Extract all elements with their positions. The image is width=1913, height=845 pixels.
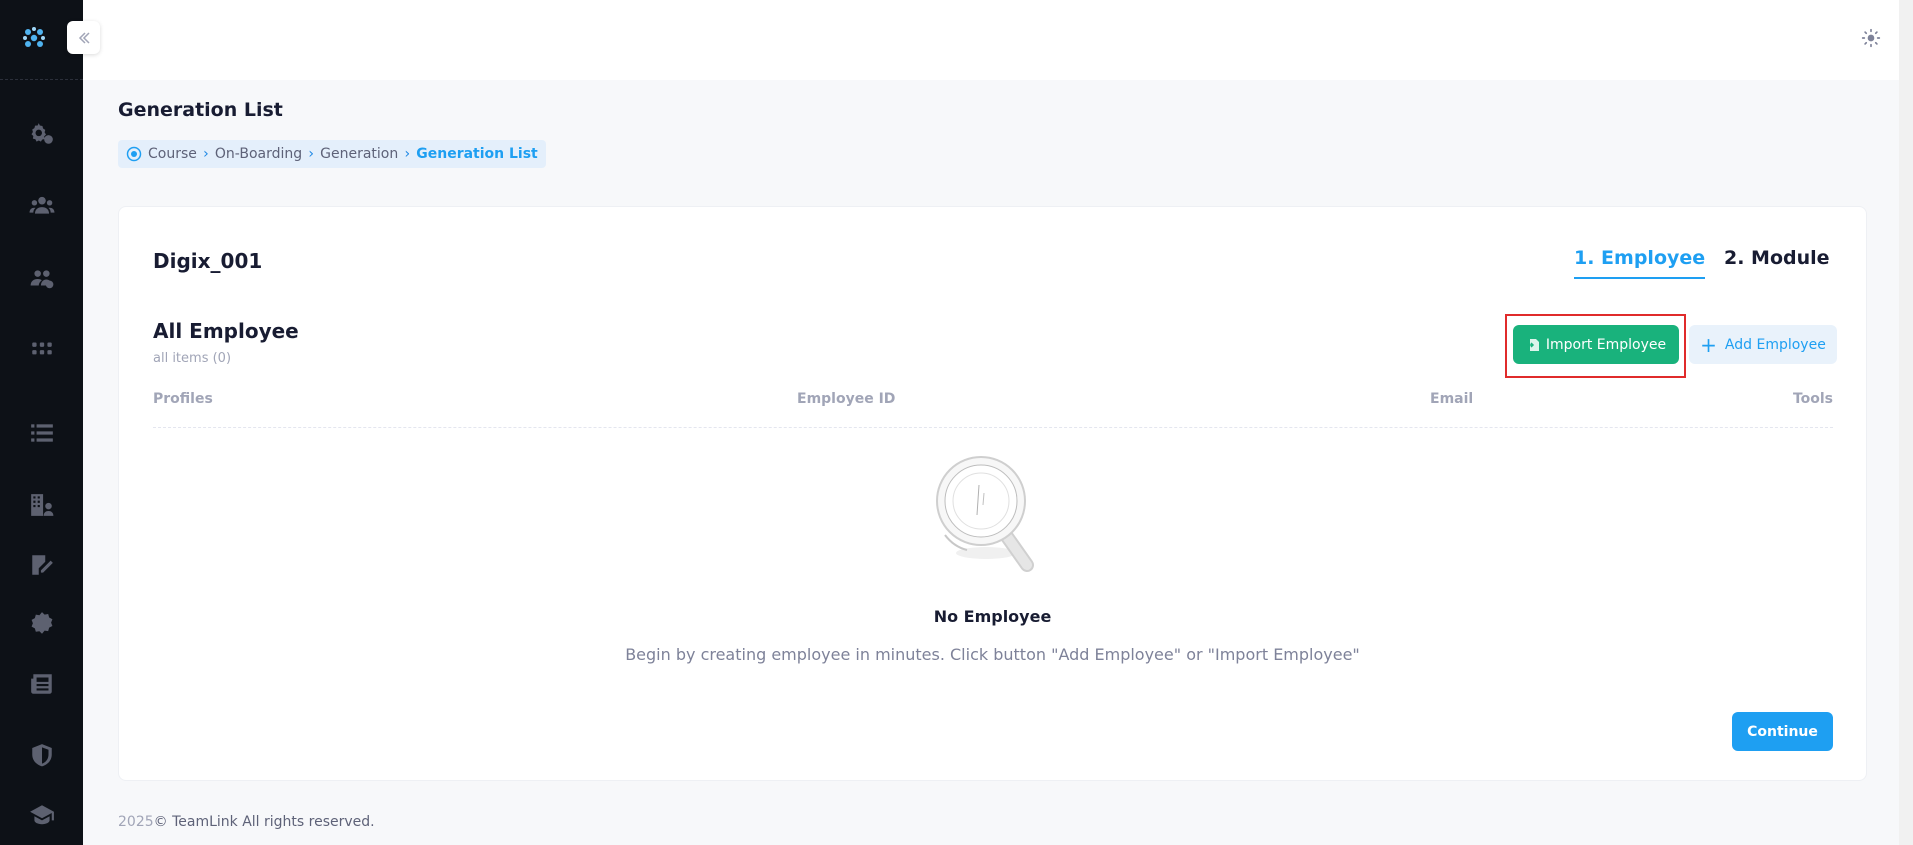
import-employee-label: Import Employee bbox=[1545, 336, 1667, 353]
breadcrumb: Course › On-Boarding › Generation › Gene… bbox=[118, 140, 546, 168]
magnifier-empty-icon bbox=[936, 456, 1034, 572]
top-header bbox=[83, 0, 1913, 80]
items-count: all items (0) bbox=[153, 351, 232, 366]
footer-text: © TeamLink All rights reserved. bbox=[153, 814, 375, 830]
graduation-cap-icon[interactable] bbox=[27, 800, 57, 830]
list-icon[interactable] bbox=[27, 418, 57, 448]
continue-button[interactable]: Continue bbox=[1732, 712, 1833, 751]
building-user-icon[interactable] bbox=[27, 490, 57, 520]
section-title: All Employee bbox=[153, 319, 299, 343]
empty-state-description: Begin by creating employee in minutes. C… bbox=[625, 645, 1360, 664]
plus-icon: + bbox=[1700, 332, 1717, 357]
news-icon[interactable] bbox=[27, 669, 57, 699]
users-icon[interactable] bbox=[27, 190, 57, 220]
add-employee-label: Add Employee bbox=[1724, 336, 1826, 353]
theme-toggle-icon[interactable] bbox=[1859, 26, 1883, 50]
file-import-icon bbox=[1526, 338, 1539, 351]
generation-card: Digix_001 1. Employee 2. Module All Empl… bbox=[118, 206, 1867, 781]
sidebar bbox=[0, 0, 83, 845]
tab-module[interactable]: 2. Module bbox=[1724, 247, 1830, 269]
apps-icon[interactable] bbox=[27, 334, 57, 364]
card-title: Digix_001 bbox=[153, 249, 263, 273]
page-title: Generation List bbox=[118, 99, 283, 121]
tab-employee[interactable]: 1. Employee bbox=[1574, 247, 1706, 279]
signature-icon[interactable] bbox=[27, 550, 57, 580]
column-header-profiles: Profiles bbox=[153, 391, 213, 407]
chevron-right-icon: › bbox=[404, 146, 411, 162]
settings-icon[interactable] bbox=[27, 119, 57, 149]
user-group-icon[interactable] bbox=[27, 264, 57, 294]
sidebar-collapse-button[interactable] bbox=[67, 21, 100, 54]
app-logo-icon[interactable] bbox=[20, 24, 48, 52]
breadcrumb-item-generation-list: Generation List bbox=[416, 146, 538, 162]
breadcrumb-item-course[interactable]: Course bbox=[148, 146, 197, 162]
footer-year: 2025 bbox=[118, 814, 154, 830]
breadcrumb-home-icon bbox=[126, 146, 142, 162]
import-employee-button[interactable]: Import Employee bbox=[1513, 325, 1679, 364]
column-header-employee-id: Employee ID bbox=[797, 391, 896, 407]
shield-icon[interactable] bbox=[27, 740, 57, 770]
breadcrumb-item-generation[interactable]: Generation bbox=[320, 146, 398, 162]
certificate-icon[interactable] bbox=[27, 609, 57, 639]
breadcrumb-item-onboarding[interactable]: On-Boarding bbox=[215, 146, 302, 162]
page-scrollbar[interactable] bbox=[1899, 0, 1913, 845]
chevron-right-icon: › bbox=[203, 146, 209, 162]
empty-state-title: No Employee bbox=[933, 607, 1052, 626]
column-header-tools: Tools bbox=[1792, 391, 1833, 407]
sidebar-divider bbox=[0, 79, 83, 80]
add-employee-button[interactable]: + Add Employee bbox=[1689, 325, 1837, 364]
chevron-right-icon: › bbox=[308, 146, 314, 162]
double-chevron-left-icon bbox=[78, 31, 90, 44]
column-header-email: Email bbox=[1430, 391, 1474, 407]
footer: 2025© TeamLink All rights reserved. bbox=[118, 814, 375, 830]
table-header-divider bbox=[153, 427, 1833, 428]
